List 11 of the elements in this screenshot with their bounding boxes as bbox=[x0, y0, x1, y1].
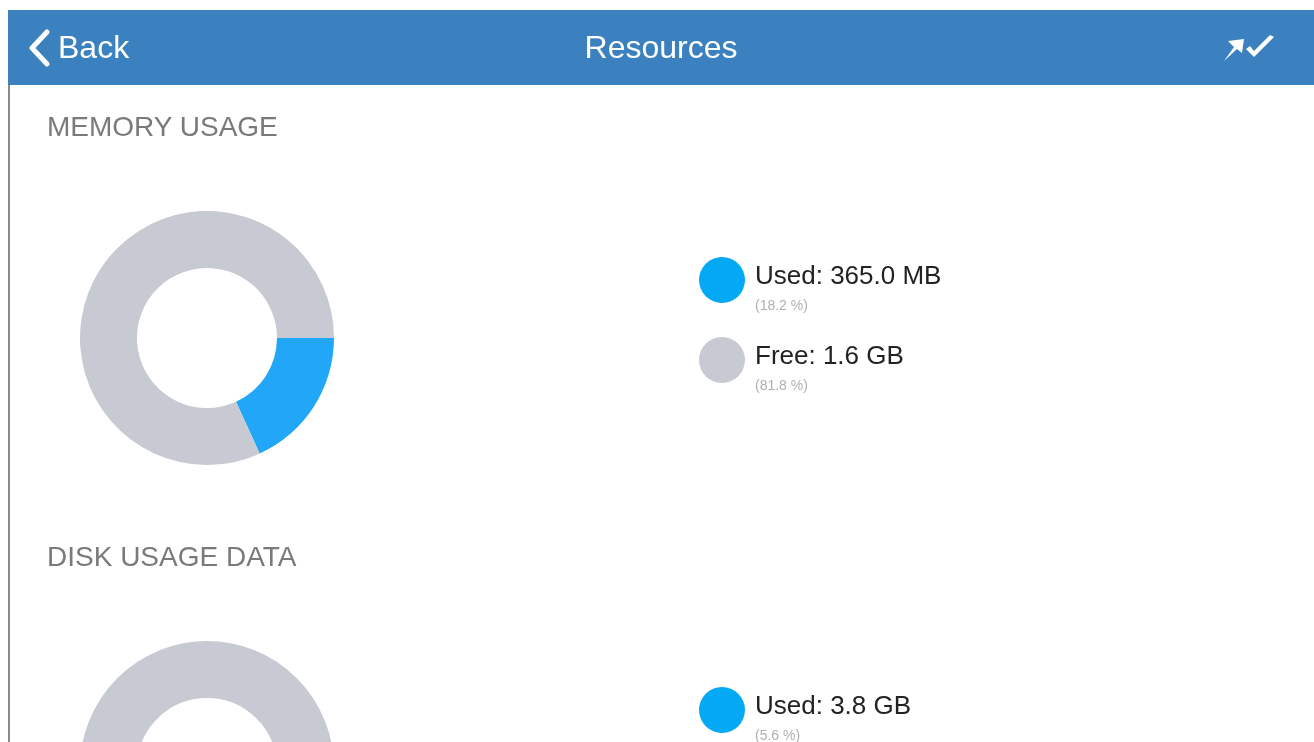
section-heading: MEMORY USAGE bbox=[47, 110, 278, 144]
legend-percent: (18.2 %) bbox=[755, 297, 808, 313]
section-heading: DISK USAGE DATA bbox=[47, 540, 297, 574]
back-button[interactable]: Back bbox=[8, 17, 130, 78]
legend-percent: (81.8 %) bbox=[755, 377, 808, 393]
legend-label: Used: 365.0 MB bbox=[755, 259, 942, 291]
chevron-left-icon bbox=[28, 28, 50, 67]
screen-title: Resources bbox=[584, 29, 738, 65]
legend-label: Free: 1.6 GB bbox=[755, 339, 904, 371]
legend-percent: (5.6 %) bbox=[755, 727, 801, 742]
legend-label: Used: 3.8 GB bbox=[755, 689, 912, 721]
